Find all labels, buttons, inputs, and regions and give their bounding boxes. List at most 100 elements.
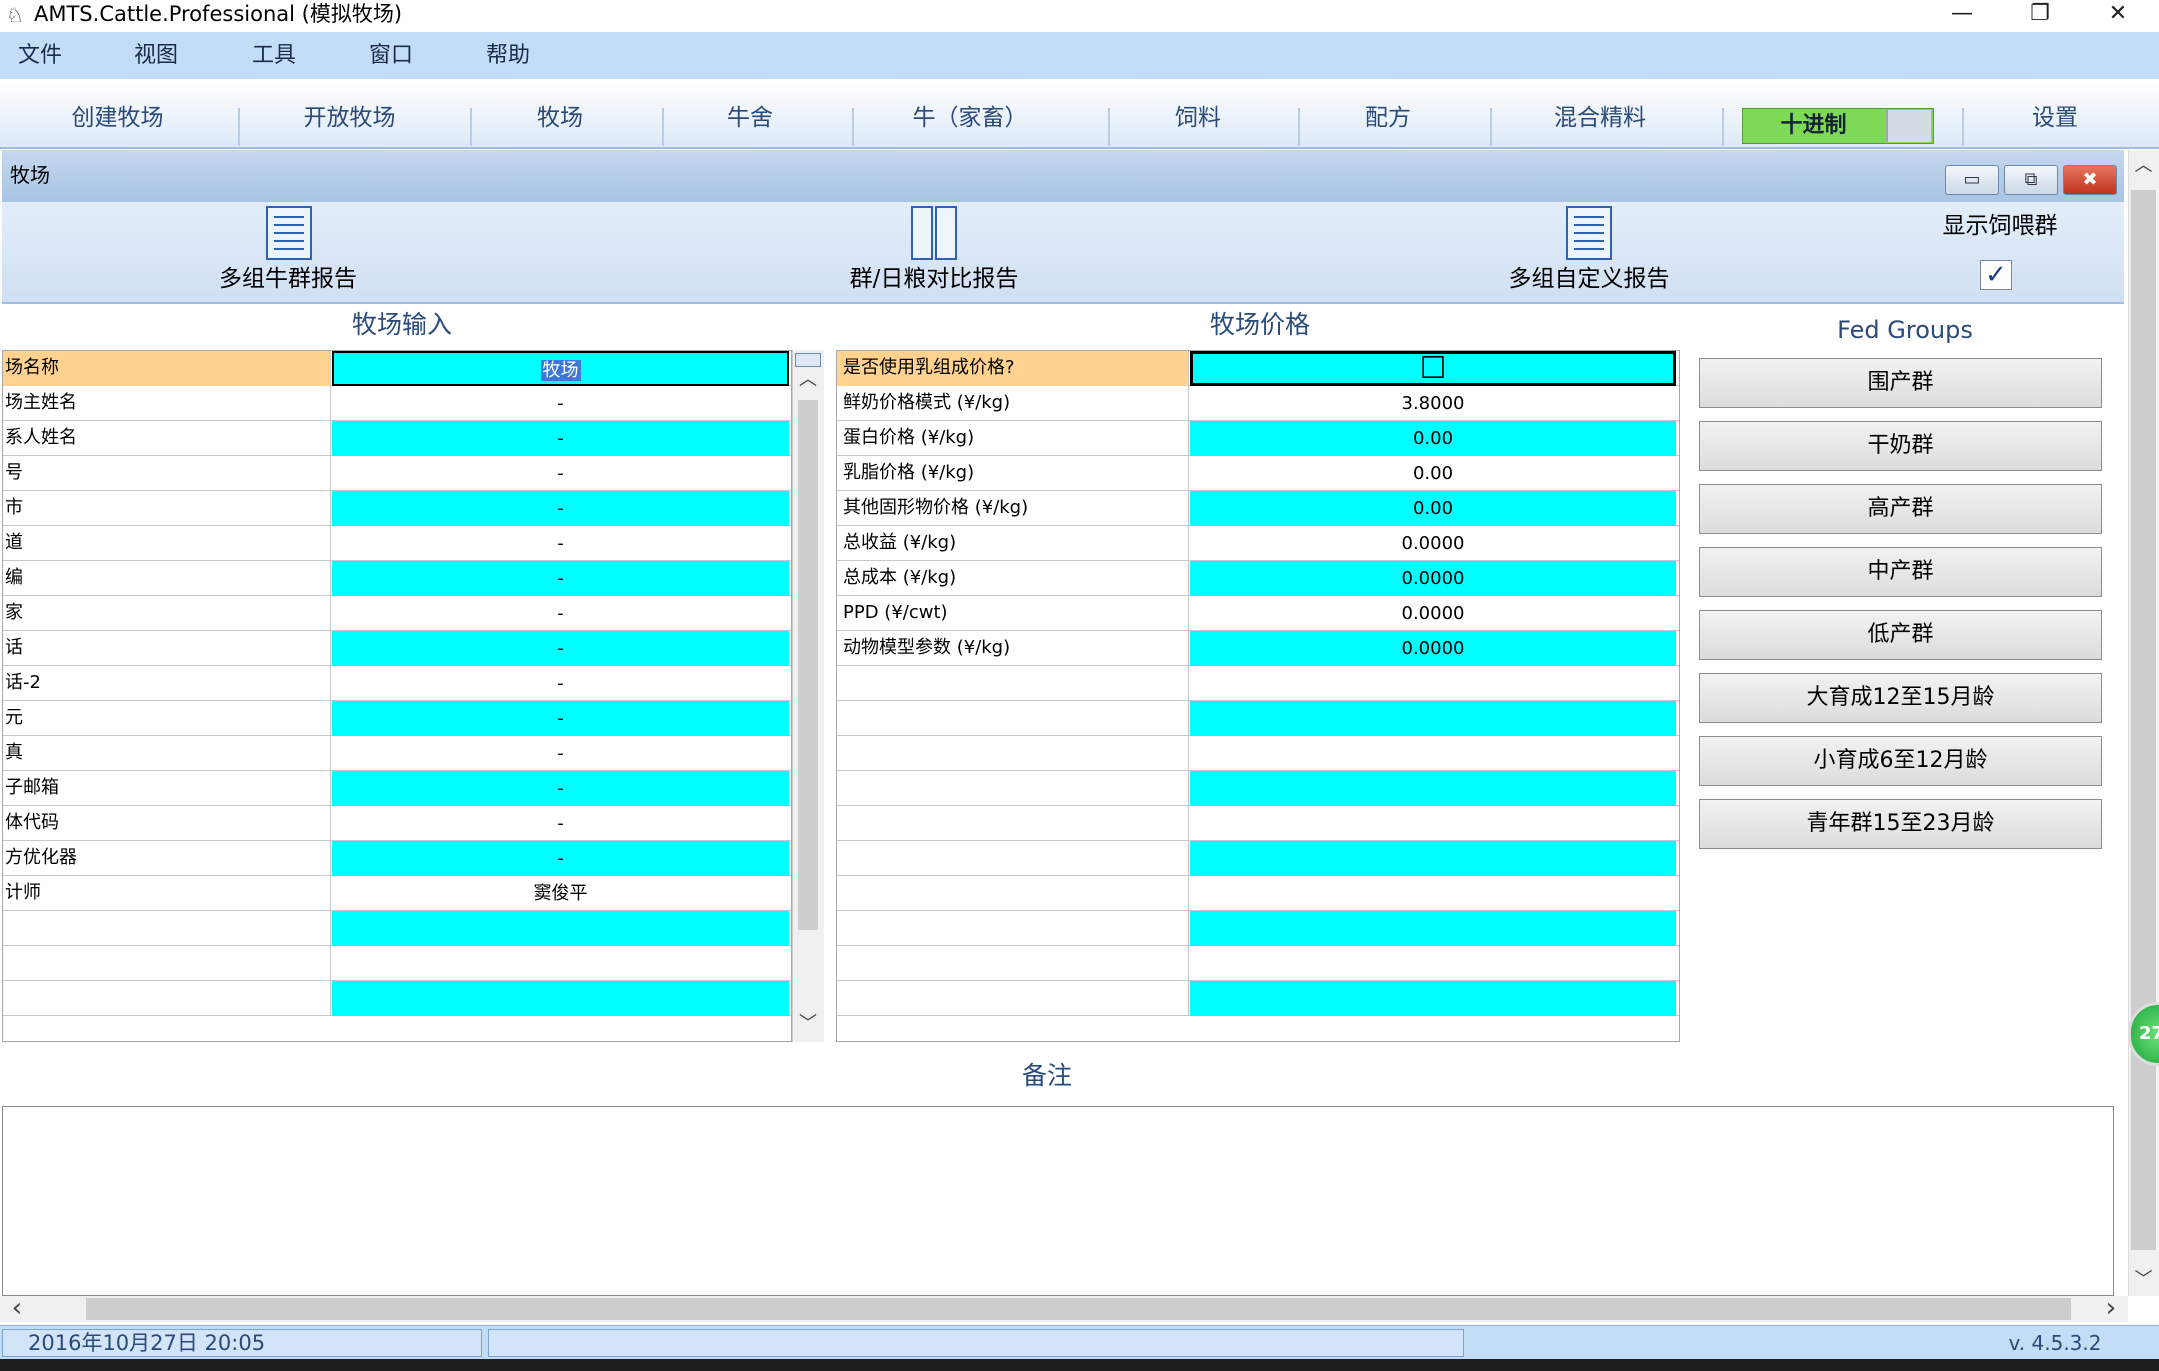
farm-field-value[interactable] <box>332 911 789 946</box>
price-field-value[interactable] <box>1190 701 1676 736</box>
price-field-value[interactable] <box>1190 666 1676 701</box>
multi-herd-report-button[interactable]: 多组牛群报告 <box>188 262 388 296</box>
farm-field-value[interactable] <box>332 946 789 981</box>
main-scroll-up-icon[interactable]: ︿ <box>2128 152 2159 180</box>
show-fed-groups-checkbox[interactable]: ✓ <box>1980 260 2012 290</box>
farm-input-scrollbar[interactable]: ︿ ﹀ <box>792 350 824 1042</box>
grid-menu-icon[interactable] <box>795 353 821 367</box>
farm-field-label: 子邮箱 <box>3 771 331 806</box>
custom-report-icon[interactable] <box>1564 205 1614 261</box>
farm-field-value[interactable] <box>332 981 789 1016</box>
farm-field-value[interactable]: 牧场 <box>332 351 789 386</box>
price-field-value[interactable] <box>1190 876 1676 911</box>
price-field-value[interactable] <box>1190 736 1676 771</box>
farm-field-value[interactable]: - <box>332 386 789 421</box>
table-row: 真- <box>3 736 791 771</box>
price-field-value[interactable]: 0.00 <box>1190 491 1676 526</box>
notes-textarea[interactable] <box>2 1106 2114 1296</box>
main-scroll-down-icon[interactable]: ﹀ <box>2128 1266 2159 1294</box>
farm-field-value[interactable]: - <box>332 491 789 526</box>
menu-window[interactable]: 窗口 <box>369 32 413 79</box>
price-field-value[interactable]: 0.0000 <box>1190 561 1676 596</box>
fed-group-button[interactable]: 低产群 <box>1699 610 2102 660</box>
scroll-left-icon[interactable]: ‹ <box>4 1295 30 1322</box>
price-field-value[interactable]: 0.0000 <box>1190 596 1676 631</box>
tab-settings[interactable]: 设置 <box>1990 96 2120 140</box>
fed-group-button[interactable]: 干奶群 <box>1699 421 2102 471</box>
fed-group-button[interactable]: 小育成6至12月龄 <box>1699 736 2102 786</box>
use-component-price-checkbox[interactable]: ☐ <box>1190 351 1676 386</box>
fed-groups-title: Fed Groups <box>1837 316 1973 344</box>
fed-group-button[interactable]: 青年群15至23月龄 <box>1699 799 2102 849</box>
menu-tools[interactable]: 工具 <box>252 32 296 79</box>
tab-open-farm[interactable]: 开放牧场 <box>272 96 427 140</box>
tab-barn[interactable]: 牛舍 <box>690 96 810 140</box>
price-field-value[interactable]: 0.0000 <box>1190 526 1676 561</box>
child-window-header <box>2 150 2124 202</box>
price-field-label: 动物模型参数 (¥/kg) <box>837 631 1189 666</box>
farm-field-value[interactable]: - <box>332 456 789 491</box>
child-window-title: 牧场 <box>10 163 50 187</box>
fed-group-button[interactable]: 中产群 <box>1699 547 2102 597</box>
farm-field-value[interactable]: - <box>332 736 789 771</box>
fed-group-button[interactable]: 高产群 <box>1699 484 2102 534</box>
child-close-button[interactable]: ✖ <box>2063 165 2117 195</box>
multi-custom-report-button[interactable]: 多组自定义报告 <box>1489 262 1689 296</box>
tab-cattle[interactable]: 牛（家畜） <box>880 96 1060 140</box>
price-field-value[interactable] <box>1190 841 1676 876</box>
farm-field-value[interactable]: - <box>332 806 789 841</box>
farm-field-value[interactable]: - <box>332 631 789 666</box>
farm-input-title: 牧场输入 <box>351 310 452 339</box>
selected-text[interactable]: 牧场 <box>540 360 581 381</box>
main-vertical-scroll-thumb[interactable] <box>2131 190 2156 1250</box>
farm-field-value[interactable]: - <box>332 421 789 456</box>
report-document-icon[interactable] <box>264 205 314 261</box>
farm-field-value[interactable]: - <box>332 841 789 876</box>
menu-view[interactable]: 视图 <box>134 32 178 79</box>
price-field-value[interactable]: 0.0000 <box>1190 631 1676 666</box>
menu-file[interactable]: 文件 <box>18 32 62 79</box>
tab-farm[interactable]: 牧场 <box>500 96 620 140</box>
price-field-value[interactable] <box>1190 771 1676 806</box>
price-field-value[interactable]: 0.00 <box>1190 421 1676 456</box>
decimal-label[interactable]: 十进制 <box>1742 108 1885 144</box>
farm-field-value[interactable]: - <box>332 666 789 701</box>
farm-field-value[interactable]: - <box>332 561 789 596</box>
tab-formula[interactable]: 配方 <box>1328 96 1448 140</box>
fed-group-button[interactable]: 大育成12至15月龄 <box>1699 673 2102 723</box>
farm-field-value[interactable]: 窦俊平 <box>332 876 789 911</box>
farm-field-value[interactable]: - <box>332 596 789 631</box>
price-field-value[interactable] <box>1190 911 1676 946</box>
menu-bar <box>0 32 2159 79</box>
scroll-down-icon[interactable]: ﹀ <box>793 1010 823 1038</box>
restore-button[interactable]: ❐ <box>2008 0 2072 30</box>
minimize-button[interactable]: — <box>1930 0 1994 30</box>
group-ration-compare-button[interactable]: 群/日粮对比报告 <box>834 262 1034 296</box>
tab-mixed-concentrate[interactable]: 混合精料 <box>1520 96 1680 140</box>
show-fed-groups-label: 显示饲喂群 <box>1942 213 2058 239</box>
fed-group-button[interactable]: 围产群 <box>1699 358 2102 408</box>
scroll-thumb[interactable] <box>798 400 818 930</box>
price-field-value[interactable] <box>1190 946 1676 981</box>
scroll-right-icon[interactable]: › <box>2098 1295 2124 1322</box>
scroll-up-icon[interactable]: ︿ <box>793 366 823 394</box>
table-row <box>837 946 1679 981</box>
price-field-value[interactable] <box>1190 806 1676 841</box>
table-row: 是否使用乳组成价格? ☐ <box>837 351 1679 386</box>
child-minimize-button[interactable]: ▭ <box>1945 165 1999 195</box>
tab-feed[interactable]: 饲料 <box>1138 96 1258 140</box>
close-button[interactable]: ✕ <box>2086 0 2150 30</box>
decimal-toggle-switch[interactable] <box>1886 110 1931 142</box>
price-field-value[interactable]: 0.00 <box>1190 456 1676 491</box>
horizontal-scroll-thumb[interactable] <box>86 1298 2071 1320</box>
farm-field-value[interactable]: - <box>332 701 789 736</box>
farm-input-grid: 场名称 牧场 场主姓名 - 系人姓名 - 号 - 市 - 道 - 编 - 家 - 话 - 话-2- 元 - 真 - 子邮箱 - 体… <box>2 350 792 1042</box>
price-field-value[interactable]: 3.8000 <box>1190 386 1676 421</box>
menu-help[interactable]: 帮助 <box>486 32 530 79</box>
farm-field-value[interactable]: - <box>332 771 789 806</box>
price-field-value[interactable] <box>1190 981 1676 1016</box>
child-restore-button[interactable]: ⧉ <box>2004 165 2058 195</box>
farm-field-value[interactable]: - <box>332 526 789 561</box>
tab-create-farm[interactable]: 创建牧场 <box>40 96 195 140</box>
compare-report-icon[interactable] <box>909 205 959 261</box>
